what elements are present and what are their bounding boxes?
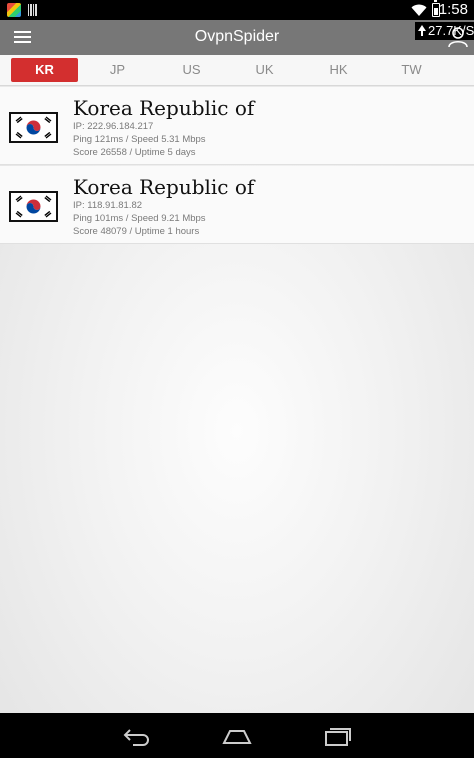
server-list: Korea Republic of IP: 222.96.184.217 Pin…: [0, 87, 474, 713]
app-thumbnail-icon: [7, 3, 21, 17]
back-icon[interactable]: [121, 725, 153, 747]
south-korea-flag-icon: [9, 191, 58, 222]
country-tab-bar: KR JP US UK HK TW: [0, 55, 474, 86]
recent-apps-icon[interactable]: [322, 725, 354, 747]
status-bar: 1:58: [0, 0, 474, 20]
server-ping-speed: Ping 121ms / Speed 5.31 Mbps: [73, 134, 206, 145]
server-score-uptime: Score 48079 / Uptime 1 hours: [73, 226, 200, 237]
user-icon[interactable]: [447, 26, 469, 48]
south-korea-flag-icon: [9, 112, 58, 143]
home-icon[interactable]: [221, 725, 253, 747]
upload-arrow-icon: [418, 25, 426, 36]
server-list-item[interactable]: Korea Republic of IP: 222.96.184.217 Pin…: [0, 87, 474, 165]
tab-kr[interactable]: KR: [11, 58, 78, 82]
server-ping-speed: Ping 101ms / Speed 9.21 Mbps: [73, 213, 206, 224]
app-title: OvpnSpider: [194, 28, 280, 45]
server-country: Korea Republic of: [73, 175, 255, 199]
navigation-bar: [0, 713, 474, 758]
tab-tw[interactable]: TW: [378, 58, 445, 82]
server-ip: IP: 222.96.184.217: [73, 121, 154, 132]
server-country: Korea Republic of: [73, 96, 255, 120]
tab-hk[interactable]: HK: [305, 58, 372, 82]
server-ip: IP: 118.91.81.82: [73, 200, 143, 211]
wifi-icon: [411, 4, 427, 16]
tab-uk[interactable]: UK: [231, 58, 298, 82]
barcode-icon: [28, 4, 38, 16]
server-score-uptime: Score 26558 / Uptime 5 days: [73, 147, 196, 158]
tab-us[interactable]: US: [158, 58, 225, 82]
tab-jp[interactable]: JP: [84, 58, 151, 82]
server-list-item[interactable]: Korea Republic of IP: 118.91.81.82 Ping …: [0, 166, 474, 244]
status-clock: 1:58: [438, 1, 468, 18]
action-bar: OvpnSpider 27.7K/S: [0, 20, 474, 55]
